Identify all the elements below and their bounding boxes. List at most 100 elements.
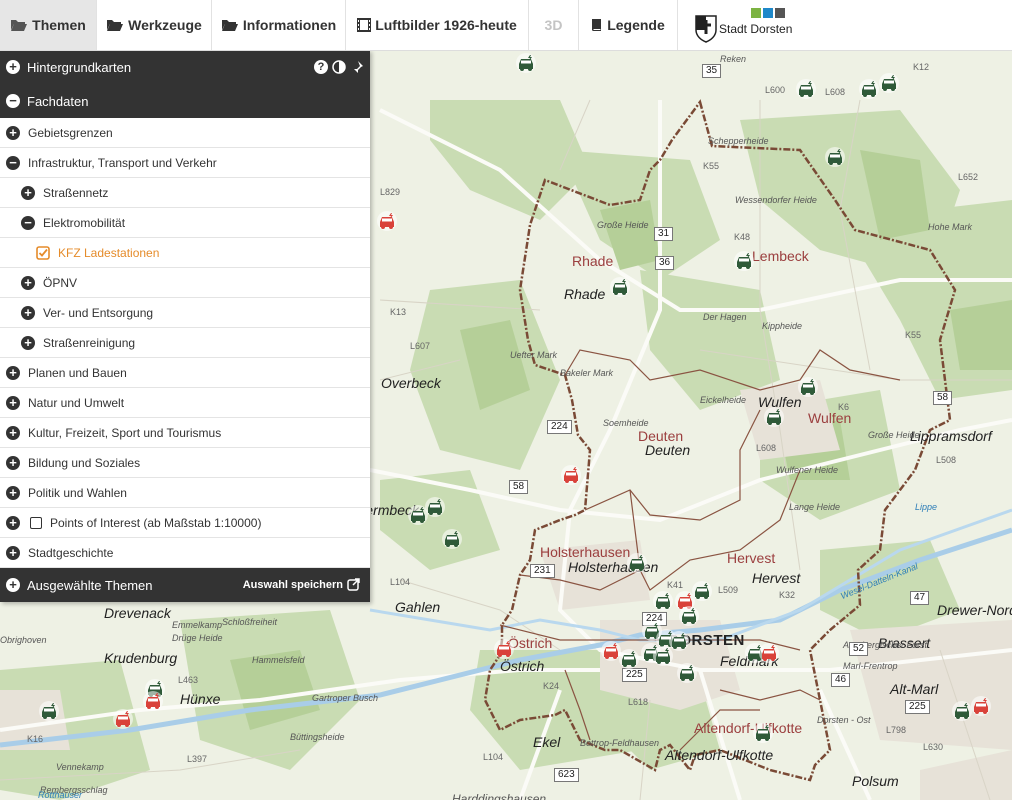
road-number: K48 [734,232,751,242]
help-icon[interactable]: ? [314,60,328,74]
theme-row[interactable]: + ÖPNV [0,268,370,298]
theme-row[interactable]: + Planen und Bauen [0,358,370,388]
area-label: Reken [720,54,747,64]
area-label: Große Heide [597,220,649,230]
road-shield: 31 [654,227,674,241]
road-shield: 47 [910,591,930,605]
folder-open-icon [221,20,238,31]
theme-row[interactable]: + Natur und Umwelt [0,388,370,418]
charging-station-red-icon[interactable] [560,464,582,486]
charging-station-icon[interactable] [795,78,817,100]
charging-station-icon[interactable] [763,406,785,428]
charging-station-icon[interactable] [618,648,640,670]
folder-open-icon [107,20,124,31]
charging-station-icon[interactable] [441,528,463,550]
road-shield: 231 [530,564,555,578]
hintergrundkarten-header[interactable]: + Hintergrundkarten ? [0,50,370,84]
charging-station-icon[interactable] [878,72,900,94]
plus-circle-icon: + [21,335,35,350]
themen-button[interactable]: Themen [0,0,97,50]
charging-station-icon[interactable] [752,722,774,744]
theme-row[interactable]: + Stadtgeschichte [0,538,370,568]
charging-station-icon[interactable] [824,146,846,168]
charging-station-icon[interactable] [668,630,690,652]
charging-station-icon[interactable] [678,605,700,627]
charging-station-icon[interactable] [515,52,537,74]
theme-row[interactable]: KFZ Ladestationen [0,238,370,268]
werkzeuge-button[interactable]: Werkzeuge [97,0,212,50]
contrast-icon[interactable] [332,60,346,74]
road-number: L829 [380,187,401,197]
informationen-label: Informationen [242,17,337,33]
ausgewaehlte-themen-header[interactable]: + Ausgewählte Themen Auswahl speichern [0,568,370,602]
road-number: L798 [886,725,907,735]
place-label: Hünxe [180,691,221,707]
area-label: Uefter Mark [510,350,558,360]
charging-station-red-icon[interactable] [376,210,398,232]
charging-station-icon[interactable] [609,276,631,298]
pin-icon[interactable] [350,60,364,74]
theme-row-label: Gebietsgrenzen [28,125,113,140]
charging-station-red-icon[interactable] [142,690,164,712]
legende-button[interactable]: Legende [579,0,678,50]
road-number: L509 [718,585,739,595]
road-number: K12 [913,62,930,72]
theme-row[interactable]: + Points of Interest (ab Maßstab 1:10000) [0,508,370,538]
road-number: L508 [936,455,957,465]
road-number: L104 [483,752,504,762]
minus-circle-icon: − [6,94,20,108]
theme-row[interactable]: − Infrastruktur, Transport und Verkehr [0,148,370,178]
place-label: Overbeck [381,375,441,391]
charging-station-icon[interactable] [733,250,755,272]
charging-station-icon[interactable] [652,590,674,612]
theme-row[interactable]: + Straßenreinigung [0,328,370,358]
charging-station-red-icon[interactable] [970,695,992,717]
auswahl-speichern-button[interactable]: Auswahl speichern [243,578,360,591]
theme-row[interactable]: + Kultur, Freizeit, Sport und Tourismus [0,418,370,448]
theme-row[interactable]: + Ver- und Entsorgung [0,298,370,328]
green-swatch[interactable] [751,8,761,18]
charging-station-red-icon[interactable] [493,638,515,660]
threed-button[interactable]: 3D [529,0,579,50]
checkbox-icon[interactable] [30,516,42,529]
charging-station-icon[interactable] [38,700,60,722]
theme-row[interactable]: + Politik und Wahlen [0,478,370,508]
charging-station-icon[interactable] [797,376,819,398]
charging-station-icon[interactable] [626,552,648,574]
luftbilder-button[interactable]: Luftbilder 1926-heute [346,0,529,50]
place-label: Rhade [572,253,614,269]
charging-station-red-icon[interactable] [112,708,134,730]
area-label: Obrighoven [0,635,47,645]
charging-station-icon[interactable] [676,662,698,684]
grey-swatch[interactable] [775,8,785,18]
place-label: Krudenburg [104,650,178,666]
road-shield: 58 [933,391,953,405]
place-label: Polsum [852,773,899,789]
charging-station-red-icon[interactable] [758,642,780,664]
charging-station-icon[interactable] [858,78,880,100]
stadt-dorsten-link[interactable]: Stadt Dorsten [693,0,803,50]
theme-row-label: Politik und Wahlen [28,485,127,500]
film-icon [357,18,372,32]
area-label: Wessendorfer Heide [735,195,817,205]
charging-station-icon[interactable] [691,580,713,602]
fachdaten-header[interactable]: − Fachdaten [0,84,370,118]
area-label: Bottrop-Feldhausen [580,738,660,748]
theme-row[interactable]: + Straßennetz [0,178,370,208]
informationen-button[interactable]: Informationen [212,0,346,50]
road-shield: 36 [655,256,675,270]
area-label: Der Hagen [703,312,747,322]
area-label: Dorsten - Ost [817,715,871,725]
area-label: Große Heide [868,430,920,440]
theme-row[interactable]: − Elektromobilität [0,208,370,238]
plus-circle-icon: + [21,305,35,320]
theme-row[interactable]: + Bildung und Soziales [0,448,370,478]
blue-swatch[interactable] [763,8,773,18]
area-label: Soemheide [603,418,649,428]
hintergrundkarten-label: Hintergrundkarten [27,59,132,75]
themen-label: Themen [32,17,86,33]
charging-station-icon[interactable] [424,496,446,518]
place-label: Gahlen [395,599,441,615]
theme-row[interactable]: + Gebietsgrenzen [0,118,370,148]
